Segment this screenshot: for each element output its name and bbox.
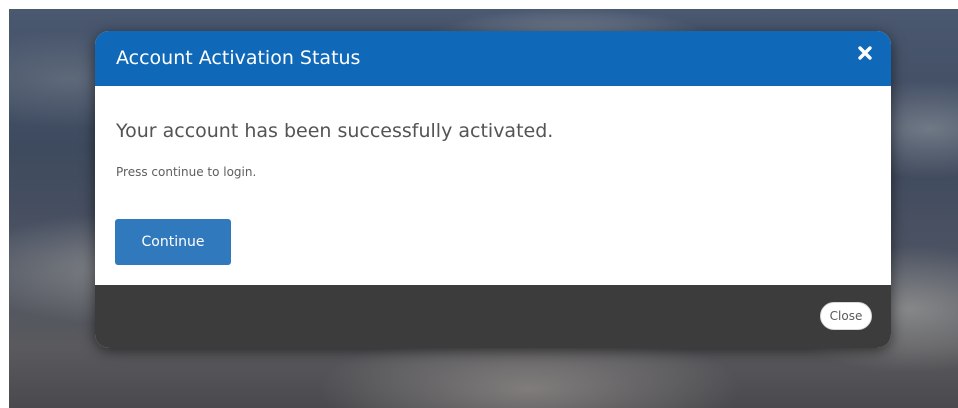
instruction-text: Press continue to login.: [116, 165, 257, 179]
modal-title: Account Activation Status: [116, 47, 361, 69]
modal-body: Your account has been successfully activ…: [95, 86, 891, 285]
modal-footer: Close: [95, 285, 891, 348]
success-message: Your account has been successfully activ…: [116, 120, 554, 142]
continue-button[interactable]: Continue: [115, 219, 231, 265]
close-button[interactable]: Close: [820, 302, 872, 330]
close-x-icon[interactable]: [856, 44, 874, 62]
modal-header: Account Activation Status: [95, 31, 891, 86]
activation-modal: Account Activation Status Your account h…: [95, 31, 891, 348]
